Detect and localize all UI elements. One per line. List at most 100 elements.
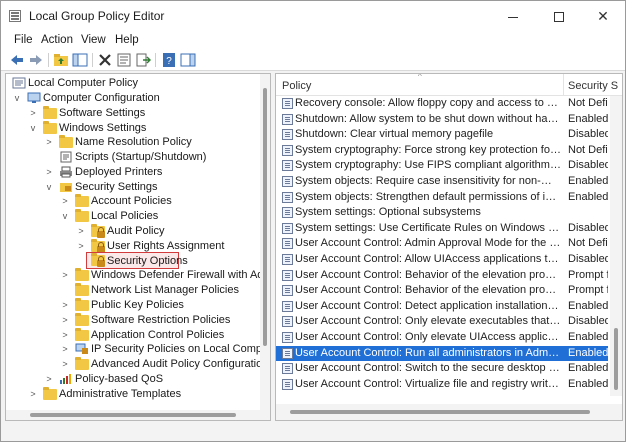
expand-icon[interactable]: > xyxy=(60,357,70,372)
toolbar-separator xyxy=(48,53,49,67)
policy-name: User Account Control: Behavior of the el… xyxy=(295,284,561,297)
sort-caret-icon: ^ xyxy=(418,73,422,81)
policy-security-setting: Prompt fo xyxy=(568,268,608,281)
expand-icon[interactable]: > xyxy=(60,342,70,357)
show-hide-tree-icon[interactable] xyxy=(72,52,88,68)
policy-security-setting: Enabled xyxy=(568,377,608,390)
folder-lock-icon xyxy=(91,253,105,267)
policy-row[interactable]: User Account Control: Virtualize file an… xyxy=(276,377,608,393)
policy-security-setting: Disabled xyxy=(568,253,608,265)
collapse-icon[interactable]: v xyxy=(12,91,22,106)
policy-security-setting: Enabled xyxy=(568,362,608,375)
column-header-policy[interactable]: Policy xyxy=(282,80,311,92)
expand-icon[interactable]: > xyxy=(60,268,70,283)
tree-vertical-scrollbar[interactable] xyxy=(260,74,270,410)
policy-row[interactable]: System cryptography: Use FIPS compliant … xyxy=(276,158,608,174)
column-divider[interactable] xyxy=(563,74,564,96)
menu-help[interactable]: Help xyxy=(115,34,139,46)
policy-row[interactable]: User Account Control: Switch to the secu… xyxy=(276,361,608,377)
title-bar: Local Group Policy Editor ✕ xyxy=(1,1,625,31)
tree-node-label: IP Security Policies on Local Computer xyxy=(91,343,271,355)
policy-setting-icon xyxy=(282,363,293,375)
expand-icon[interactable]: > xyxy=(76,239,86,254)
delete-icon[interactable] xyxy=(97,52,113,68)
window: Local Group Policy Editor ✕ File Action … xyxy=(0,0,626,442)
policy-name: System objects: Require case insensitivi… xyxy=(295,175,561,187)
up-folder-icon[interactable] xyxy=(53,52,69,68)
properties-icon[interactable] xyxy=(116,52,132,68)
tree-horizontal-scrollbar[interactable] xyxy=(6,410,270,420)
policy-row[interactable]: User Account Control: Run all administra… xyxy=(276,345,608,362)
menu-action[interactable]: Action xyxy=(41,34,73,46)
policy-row[interactable]: System objects: Require case insensitivi… xyxy=(276,174,608,190)
policy-security-setting: Enabled xyxy=(568,331,608,343)
policy-setting-icon xyxy=(282,269,293,281)
policy-row[interactable]: User Account Control: Only elevate UIAcc… xyxy=(276,330,608,346)
expand-icon[interactable]: > xyxy=(60,298,70,313)
help-icon[interactable]: ? xyxy=(161,52,177,68)
expand-icon[interactable]: > xyxy=(44,135,54,150)
policy-setting-icon xyxy=(282,378,293,390)
policy-setting-icon xyxy=(282,300,293,312)
policy-row[interactable]: User Account Control: Admin Approval Mod… xyxy=(276,236,608,252)
policy-row[interactable]: Shutdown: Allow system to be shut down w… xyxy=(276,112,608,128)
policy-row[interactable]: User Account Control: Allow UIAccess app… xyxy=(276,252,608,268)
policy-row[interactable]: User Account Control: Only elevate execu… xyxy=(276,314,608,330)
policy-row[interactable]: User Account Control: Detect application… xyxy=(276,299,608,315)
expand-icon[interactable]: > xyxy=(44,372,54,387)
column-header-security-setting[interactable]: Security S xyxy=(568,80,618,92)
policy-security-setting: Not Defin xyxy=(568,97,608,109)
collapse-icon[interactable]: v xyxy=(44,180,54,195)
policy-setting-icon xyxy=(282,129,293,141)
list-scroll-thumb[interactable] xyxy=(614,328,618,390)
tree-node-label: Local Computer Policy xyxy=(28,77,139,89)
tree-pane[interactable]: Local Computer Policy v Computer Configu… xyxy=(5,73,271,421)
policy-row[interactable]: User Account Control: Behavior of the el… xyxy=(276,268,608,284)
tree-scroll-thumb[interactable] xyxy=(263,88,267,346)
policy-security-setting: Prompt fo xyxy=(568,284,608,297)
policy-security-setting: Disabled xyxy=(568,128,608,141)
policy-row[interactable]: System cryptography: Force strong key pr… xyxy=(276,143,608,159)
policy-name: User Account Control: Run all administra… xyxy=(295,346,561,359)
expand-icon[interactable]: > xyxy=(60,194,70,209)
policy-row[interactable]: System settings: Use Certificate Rules o… xyxy=(276,221,608,237)
maximize-button[interactable] xyxy=(537,1,581,31)
expand-icon[interactable]: > xyxy=(28,387,38,402)
toolbar: ? xyxy=(1,49,625,71)
folder-lock-icon xyxy=(91,239,105,253)
policy-row[interactable]: Shutdown: Clear virtual memory pagefile D… xyxy=(276,127,608,143)
tree-hscroll-thumb[interactable] xyxy=(30,413,236,417)
folder-icon xyxy=(75,313,89,326)
list-hscroll-thumb[interactable] xyxy=(290,410,590,414)
policy-row[interactable]: User Account Control: Behavior of the el… xyxy=(276,283,608,299)
list-vertical-scrollbar[interactable] xyxy=(610,96,622,396)
expand-icon[interactable]: > xyxy=(76,224,86,239)
security-icon xyxy=(60,183,72,192)
back-icon[interactable] xyxy=(9,52,25,68)
folder-icon xyxy=(75,268,89,281)
policy-row[interactable]: System settings: Optional subsystems xyxy=(276,205,608,221)
export-list-icon[interactable] xyxy=(135,52,151,68)
minimize-button[interactable] xyxy=(491,1,535,31)
close-button[interactable]: ✕ xyxy=(581,1,625,31)
policy-row[interactable]: System objects: Strengthen default permi… xyxy=(276,190,608,206)
show-pane-icon[interactable] xyxy=(180,52,196,68)
toolbar-separator xyxy=(92,53,93,67)
collapse-icon[interactable]: v xyxy=(60,209,70,224)
expand-icon[interactable]: > xyxy=(44,165,54,180)
expand-icon[interactable]: > xyxy=(60,313,70,328)
tree-node-security-options[interactable]: Security Options xyxy=(86,252,188,269)
qos-chart-icon xyxy=(60,374,71,384)
folder-icon xyxy=(75,357,89,370)
menu-file[interactable]: File xyxy=(14,34,33,46)
policy-list-pane[interactable]: Policy ^ Security S Recovery console: Al… xyxy=(275,73,623,421)
computer-policy-icon xyxy=(12,77,26,89)
collapse-icon[interactable]: v xyxy=(28,121,38,136)
expand-icon[interactable]: > xyxy=(28,106,38,121)
policy-security-setting: Disabled xyxy=(568,159,608,172)
list-horizontal-scrollbar[interactable] xyxy=(276,404,622,420)
policy-row[interactable]: Recovery console: Allow floppy copy and … xyxy=(276,96,608,112)
forward-icon[interactable] xyxy=(28,52,44,68)
menu-view[interactable]: View xyxy=(81,34,106,46)
expand-icon[interactable]: > xyxy=(60,328,70,343)
